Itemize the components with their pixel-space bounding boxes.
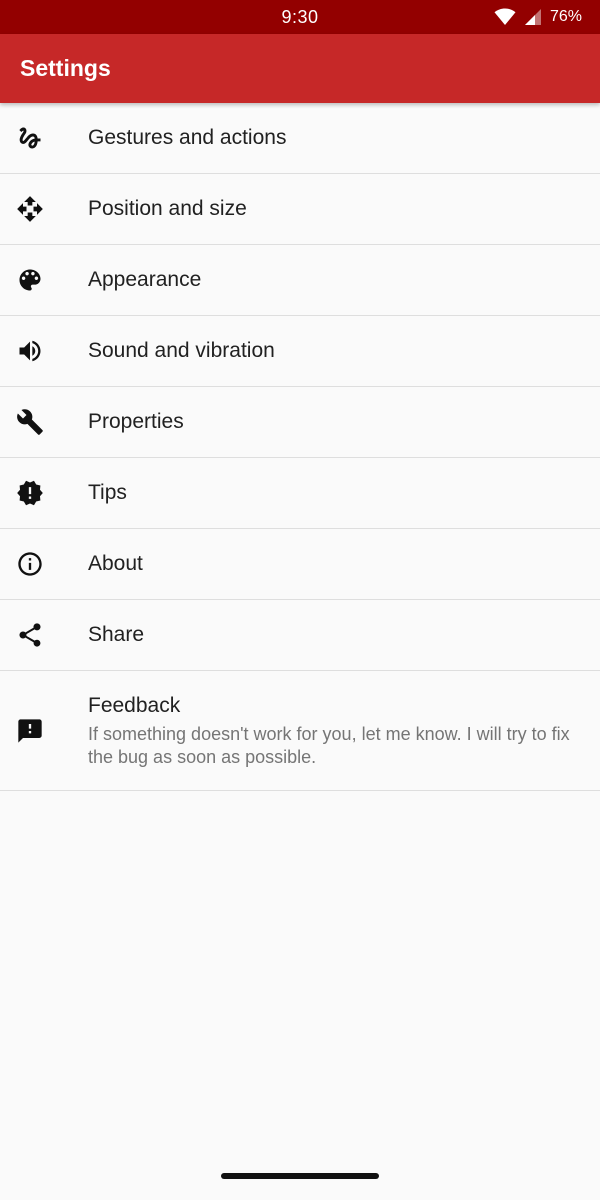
gesture-icon — [16, 124, 44, 152]
battery-percentage: 76% — [549, 8, 582, 25]
feedback-icon — [16, 717, 44, 745]
settings-item-gestures[interactable]: Gestures and actions — [0, 103, 600, 174]
volume-icon — [16, 337, 44, 365]
item-summary: If something doesn't work for you, let m… — [88, 724, 570, 767]
status-bar: 9:30 76% — [0, 0, 600, 34]
settings-item-appearance[interactable]: Appearance — [0, 245, 600, 316]
alert-badge-icon — [16, 479, 44, 507]
settings-item-share[interactable]: Share — [0, 600, 600, 671]
item-label: About — [88, 552, 143, 575]
item-label: Properties — [88, 410, 184, 433]
cell-signal-icon — [524, 8, 542, 26]
status-icons: 76% — [494, 6, 582, 28]
app-bar: Settings — [0, 34, 600, 103]
settings-item-properties[interactable]: Properties — [0, 387, 600, 458]
move-arrows-icon — [16, 195, 44, 223]
item-label: Sound and vibration — [88, 339, 275, 362]
gesture-nav-handle[interactable] — [221, 1173, 379, 1179]
wrench-icon — [16, 408, 44, 436]
item-label: Tips — [88, 481, 127, 504]
item-label: Share — [88, 623, 145, 646]
settings-item-about[interactable]: About — [0, 529, 600, 600]
info-icon — [16, 550, 44, 578]
share-icon — [16, 621, 44, 649]
item-label: Gestures and actions — [88, 126, 287, 149]
settings-item-sound-vibration[interactable]: Sound and vibration — [0, 316, 600, 387]
settings-item-position-size[interactable]: Position and size — [0, 174, 600, 245]
settings-item-feedback[interactable]: Feedback If something doesn't work for y… — [0, 671, 600, 791]
settings-list: Gestures and actions Position and size A… — [0, 103, 600, 791]
palette-icon — [16, 266, 44, 294]
item-label: Position and size — [88, 197, 247, 220]
item-label: Feedback — [88, 694, 181, 717]
wifi-icon — [494, 8, 516, 26]
item-label: Appearance — [88, 268, 202, 291]
settings-item-tips[interactable]: Tips — [0, 458, 600, 529]
page-title: Settings — [20, 55, 111, 81]
